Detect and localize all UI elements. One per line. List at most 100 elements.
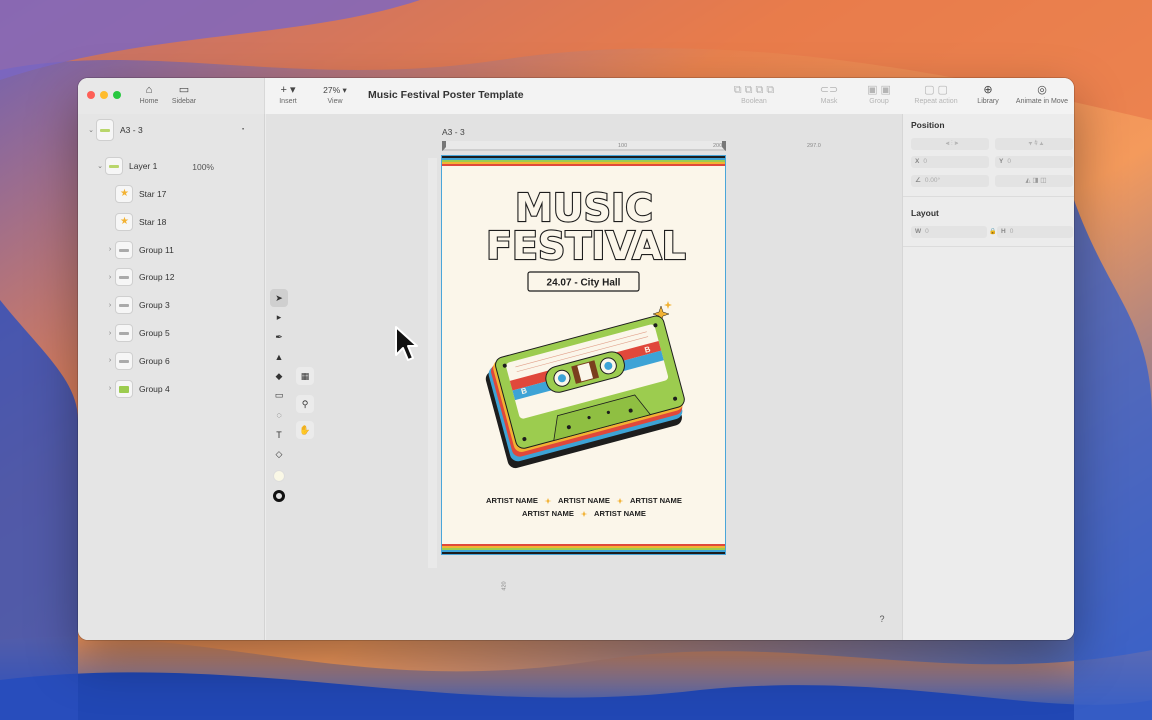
layer-row[interactable]: ⌄ Layer 1 [95,154,157,178]
artboard-title[interactable]: A3 - 3 [442,127,465,137]
layer-item-group-11[interactable]: › Group 11 [105,238,174,262]
zoom-tool[interactable]: ⚲ [296,395,314,413]
height-field[interactable]: H0 [997,226,1073,238]
artist-name: ARTIST NAME [558,496,610,505]
minimize-window-button[interactable] [100,91,108,99]
align-top-icon: ⫧ ⫩ ⫨ [1028,140,1044,147]
lasso-tool[interactable]: ◌ [270,406,288,424]
artist-name: ARTIST NAME [522,509,574,518]
chevron-right-icon[interactable]: › [105,385,115,392]
repeat-icon: ▢ ▢ [924,84,948,96]
flip-buttons[interactable]: ◭ ◨ ◫ [995,175,1073,187]
mask-button[interactable]: ⊂⊃ Mask [809,83,849,105]
plus-icon: + ▾ [280,84,296,96]
artist-name: ARTIST NAME [594,509,646,518]
help-button[interactable]: ? [874,611,890,627]
star-icon: ★ [115,212,133,231]
x-field[interactable]: X0 [911,156,989,168]
document-title: Music Festival Poster Template [368,89,524,101]
eraser-tool[interactable]: ◇ [270,445,288,463]
layer-item-star-17[interactable]: ★ Star 17 [105,182,166,206]
layer-item-label: Group 12 [139,272,175,283]
align-horizontal-buttons[interactable]: ⫷ ⫶ ⫸ [911,138,989,150]
library-icon: ⊕ [983,84,993,96]
group-button[interactable]: ▣ ▣ Group [859,83,899,105]
ruler-left-label: 420 [501,581,508,591]
group-thumbnail [115,240,133,259]
layers-panel: ⌄ A3 - 3 ⬝ ⌄ Layer 1 100% ★ Star 17 ★ Star … [78,114,265,640]
animate-icon: ◎ [1037,84,1047,96]
group-thumbnail [115,296,133,315]
zoom-window-button[interactable] [113,91,121,99]
vertical-ruler[interactable] [428,158,438,568]
lock-icon[interactable]: 🔒 [989,228,996,235]
artist-name: ARTIST NAME [486,496,538,505]
direct-select-tool[interactable]: ▸ [270,309,288,327]
chevron-down-icon[interactable]: ⌄ [86,126,96,134]
layer-item-group-5[interactable]: › Group 5 [105,321,170,345]
artboard-row[interactable]: ⌄ A3 - 3 [86,118,143,142]
pen-icon: ✒ [275,331,283,342]
artboard-thumbnail [96,119,114,141]
toolbar: ⌂ Home ▭ Sidebar + ▾ Insert 27% ▾ View M… [78,78,1074,114]
mask-icon: ⊂⊃ [819,84,839,96]
layer-item-group-3[interactable]: › Group 3 [105,293,170,317]
chevron-right-icon[interactable]: › [105,274,115,281]
close-window-button[interactable] [87,91,95,99]
canvas[interactable]: ➤ ▸ ✒ ▲ ◆ ▭ ◌ T ◇ ▦ ⚲ ✋ A3 - 3 100 200 2… [266,114,902,640]
home-button[interactable]: ⌂ Home [129,83,169,105]
layer-item-group-12[interactable]: › Group 12 [105,265,174,289]
rectangle-tool[interactable]: ▭ [270,387,288,405]
layer-item-star-18[interactable]: ★ Star 18 [105,210,166,234]
library-button[interactable]: ⊕ Library [968,83,1008,105]
chevron-right-icon[interactable]: › [105,246,115,253]
app-window: ⌂ Home ▭ Sidebar + ▾ Insert 27% ▾ View M… [78,78,1074,640]
star-icon: ★ [115,185,133,203]
group-icon: ▣ ▣ [867,84,891,96]
horizontal-ruler[interactable] [442,141,726,151]
repeat-action-button[interactable]: ▢ ▢ Repeat action [906,83,966,105]
layer-item-label: Group 6 [139,355,170,366]
stroke-color-swatch[interactable] [270,487,288,505]
align-vertical-buttons[interactable]: ⫧ ⫩ ⫨ [995,138,1073,150]
chevron-right-icon[interactable]: › [105,302,115,309]
direct-select-icon: ▸ [276,312,282,322]
inspector-panel: Position ⫷ ⫶ ⫸ ⫧ ⫩ ⫨ X0 Y0 ∠ 0.00° ◭ ◨ ◫ … [902,114,1074,640]
rectangle-icon: ▭ [274,390,284,400]
pin-icon[interactable]: ⬝ [242,124,244,134]
fill-color-swatch[interactable] [270,467,288,485]
shape-tool[interactable]: ▲ [270,348,288,366]
chevron-right-icon[interactable]: › [105,357,115,364]
layer-item-group-4[interactable]: › Group 4 [105,377,170,401]
cassette-thumbnail [115,379,133,398]
chevron-down-icon[interactable]: ⌄ [95,162,105,170]
mouse-cursor-icon [395,326,418,361]
sidebar-toggle-button[interactable]: ▭ Sidebar [164,83,204,105]
width-field[interactable]: W0 [911,226,987,238]
image-icon: ▦ [300,370,310,381]
chevron-down-icon: ▾ [342,85,347,95]
fill-tool[interactable]: ◆ [270,367,288,385]
animate-button[interactable]: ◎ Animate in Move [1010,83,1074,105]
hand-tool[interactable]: ✋ [296,421,314,439]
image-tool[interactable]: ▦ [296,367,314,385]
boolean-button[interactable]: ⧉ ⧉ ⧉ ⧉ Boolean [732,83,776,105]
rotation-field[interactable]: ∠ 0.00° [911,175,989,187]
layout-section-title: Layout [911,208,939,218]
y-field[interactable]: Y0 [995,156,1073,168]
text-tool[interactable]: T [270,426,288,444]
group-thumbnail [115,351,133,370]
pen-tool[interactable]: ✒ [270,328,288,346]
select-tool[interactable]: ➤ [270,289,288,307]
eraser-icon: ◇ [275,448,283,459]
poster-date: 24.07 - City Hall [547,278,621,289]
poster-artboard[interactable]: MUSIC FESTIVAL 24.07 - City Hall B B ART… [441,155,726,555]
tool-palette: ➤ ▸ ✒ ▲ ◆ ▭ ◌ T ◇ [270,289,292,506]
view-zoom-button[interactable]: 27% ▾ View [315,83,355,105]
chevron-right-icon[interactable]: › [105,330,115,337]
position-section-title: Position [911,120,945,130]
group-thumbnail [115,268,133,287]
insert-button[interactable]: + ▾ Insert [268,83,308,105]
ruler-top-label: 297.0 [807,143,821,149]
layer-item-group-6[interactable]: › Group 6 [105,349,170,373]
